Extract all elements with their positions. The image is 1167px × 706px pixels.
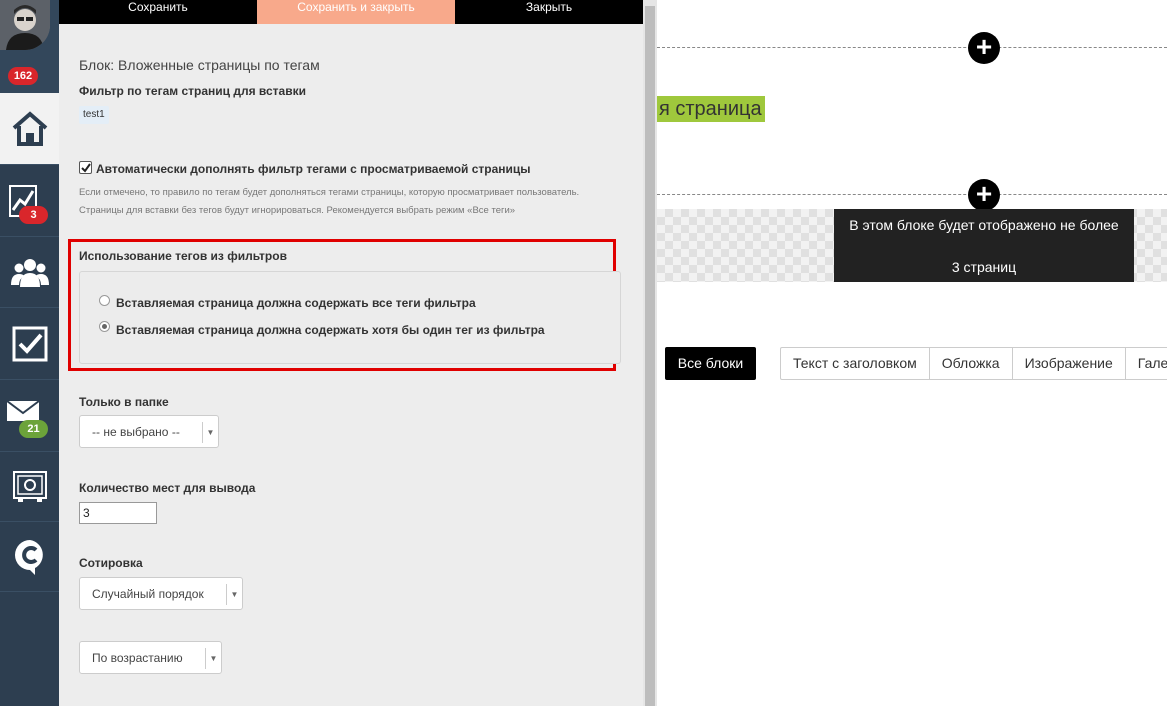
auto-fill-hint-line2: Страницы для вставки без тегов будут игн… (79, 205, 516, 216)
analytics-badge: 3 (19, 206, 48, 224)
tab-gallery[interactable]: Галерея (1126, 348, 1167, 379)
all-blocks-button[interactable]: Все блоки (665, 347, 756, 380)
checkmark-icon (81, 163, 91, 173)
sidebar-item-users[interactable] (0, 237, 59, 308)
auto-fill-checkbox[interactable] (79, 161, 92, 174)
sort-select[interactable]: Случайный порядок ▼ (79, 577, 243, 610)
folder-select[interactable]: -- не выбрано -- ▼ (79, 415, 219, 448)
radio-all-tags-label[interactable]: Вставляемая страница должна содержать вс… (116, 296, 476, 310)
block-title: Блок: Вложенные страницы по тегам (79, 57, 320, 73)
sidebar-item-tasks[interactable] (0, 308, 59, 380)
tag-filter-label: Фильтр по тегам страниц для вставки (79, 84, 306, 98)
add-block-button[interactable]: + (968, 32, 1000, 64)
tag-usage-options (79, 271, 621, 364)
save-and-close-button[interactable]: Сохранить и закрыть (257, 0, 455, 24)
count-input[interactable]: 3 (79, 502, 157, 524)
scrollbar-thumb[interactable] (645, 6, 655, 706)
notice-line2: 3 страниц (951, 259, 1017, 275)
users-icon (10, 257, 49, 287)
mail-badge: 21 (19, 420, 48, 438)
count-label: Количество мест для вывода (79, 481, 256, 495)
radio-all-tags[interactable] (99, 295, 110, 306)
tasks-icon (12, 326, 48, 362)
chevron-down-icon: ▼ (202, 422, 218, 443)
tag-chip[interactable]: test1 (79, 106, 109, 124)
sort-label: Сотировка (79, 556, 143, 570)
order-select[interactable]: По возрастанию ▼ (79, 641, 222, 674)
order-select-value: По возрастанию (92, 651, 183, 665)
app-sidebar: 162 3 21 (0, 0, 59, 706)
mail-icon (5, 399, 40, 422)
sort-select-value: Случайный порядок (92, 587, 204, 601)
radio-any-tag[interactable] (99, 321, 110, 332)
notifications-badge[interactable]: 162 (8, 67, 38, 85)
tab-text-with-heading[interactable]: Текст с заголовком (781, 348, 930, 379)
tag-usage-label: Использование тегов из фильтров (79, 249, 287, 263)
nested-pages-notice: В этом блоке будет отображено не более 3… (834, 209, 1134, 282)
add-block-button[interactable]: + (968, 179, 1000, 211)
home-icon (11, 110, 49, 147)
sidebar-item-analytics[interactable]: 3 (0, 165, 59, 237)
block-type-tabs: Текст с заголовком Обложка Изображение Г… (780, 347, 1167, 380)
logo-icon (13, 538, 47, 576)
tab-cover[interactable]: Обложка (930, 348, 1013, 379)
folder-label: Только в папке (79, 395, 169, 409)
close-button[interactable]: Закрыть (455, 0, 643, 24)
auto-fill-label[interactable]: Автоматически дополнять фильтр тегами с … (96, 162, 531, 176)
radio-any-tag-label[interactable]: Вставляемая страница должна содержать хо… (116, 323, 545, 337)
safe-icon (12, 470, 47, 503)
sidebar-item-safe[interactable] (0, 452, 59, 522)
chevron-down-icon: ▼ (226, 584, 242, 605)
sidebar-item-home[interactable] (0, 93, 59, 165)
tab-image[interactable]: Изображение (1013, 348, 1126, 379)
block-divider (657, 194, 1167, 195)
sidebar-item-mail[interactable]: 21 (0, 380, 59, 452)
page-heading: я страница (657, 96, 765, 122)
sidebar-item-brand[interactable] (0, 522, 59, 592)
notice-line1: В этом блоке будет отображено не более (849, 217, 1119, 233)
auto-fill-hint-line1: Если отмечено, то правило по тегам будет… (79, 187, 580, 198)
avatar[interactable] (0, 0, 50, 50)
save-button[interactable]: Сохранить (59, 0, 257, 24)
panel-scrollbar[interactable] (643, 0, 657, 706)
block-divider (657, 47, 1167, 48)
chevron-down-icon: ▼ (205, 648, 221, 669)
folder-select-value: -- не выбрано -- (92, 425, 180, 439)
panel-toolbar: Сохранить Сохранить и закрыть Закрыть (59, 0, 643, 24)
